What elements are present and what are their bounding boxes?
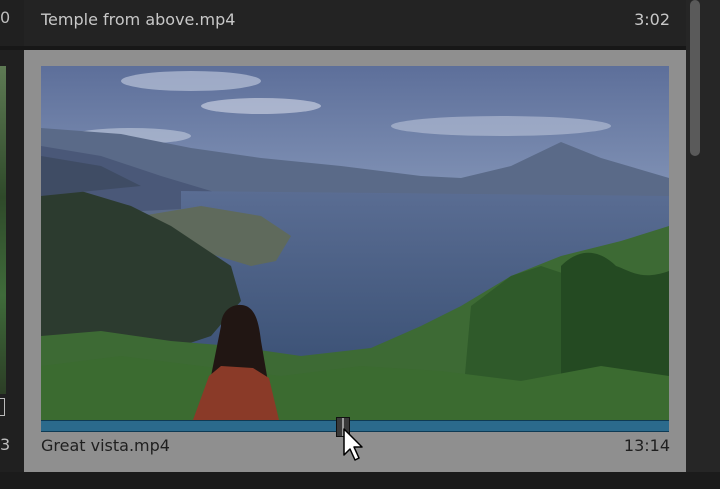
previous-clip-thumbnail[interactable] <box>0 66 6 394</box>
clip-card-temple[interactable]: Temple from above.mp4 3:02 <box>24 0 686 50</box>
landscape-thumbnail-image <box>41 66 669 420</box>
clip-duration: 3:02 <box>634 10 670 29</box>
divider <box>0 46 24 50</box>
clip-card-great-vista[interactable]: Great vista.mp4 13:14 <box>24 50 686 472</box>
checkbox-partial[interactable] <box>0 398 5 416</box>
bottom-strip <box>0 472 720 489</box>
mouse-pointer-icon <box>343 428 363 461</box>
clip-duration: 13:14 <box>623 436 670 455</box>
scrollbar-thumb[interactable] <box>690 0 700 156</box>
clip-title: Temple from above.mp4 <box>41 10 236 29</box>
clip-thumbnail[interactable] <box>41 66 669 420</box>
clip-title: Great vista.mp4 <box>41 436 170 455</box>
previous-clip-column: 0 3 <box>0 0 24 489</box>
previous-clip-duration-partial-bottom: 3 <box>0 435 11 454</box>
previous-clip-duration-partial: 0 <box>0 8 11 27</box>
